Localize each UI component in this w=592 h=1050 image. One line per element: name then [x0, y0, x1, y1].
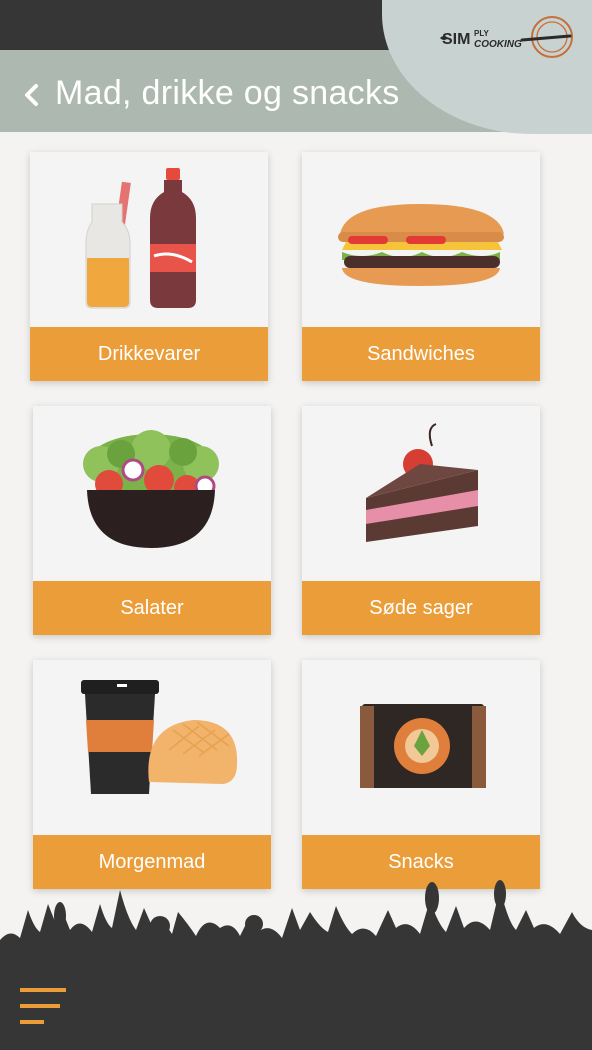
category-card-snacks[interactable]: Snacks	[302, 660, 540, 889]
category-card-morgenmad[interactable]: Morgenmad	[33, 660, 271, 889]
category-card-salater[interactable]: Salater	[33, 406, 271, 635]
category-label: Salater	[33, 581, 271, 635]
snack-bar-icon	[360, 704, 486, 788]
svg-text:SIM: SIM	[442, 31, 470, 48]
category-card-sandwiches[interactable]: Sandwiches	[302, 152, 540, 381]
page-title: Mad, drikke og snacks	[55, 74, 400, 112]
back-chevron-icon[interactable]	[22, 82, 42, 108]
hamburger-menu-icon[interactable]	[18, 984, 68, 1028]
drinks-icon	[85, 168, 196, 309]
salad-icon	[83, 430, 219, 548]
svg-text:COOKING: COOKING	[474, 39, 522, 50]
category-card-sode-sager[interactable]: Søde sager	[302, 406, 540, 635]
simply-cooking-logo: SIM PLY COOKING	[440, 16, 573, 58]
food-silhouette-footer	[0, 880, 592, 1050]
breakfast-icon	[81, 680, 238, 794]
sandwich-icon	[338, 204, 504, 286]
cake-icon	[366, 423, 478, 542]
category-card-drikkevarer[interactable]: Drikkevarer	[30, 152, 268, 381]
category-label: Søde sager	[302, 581, 540, 635]
category-label: Drikkevarer	[30, 327, 268, 381]
svg-text:PLY: PLY	[474, 29, 489, 38]
category-label: Sandwiches	[302, 327, 540, 381]
